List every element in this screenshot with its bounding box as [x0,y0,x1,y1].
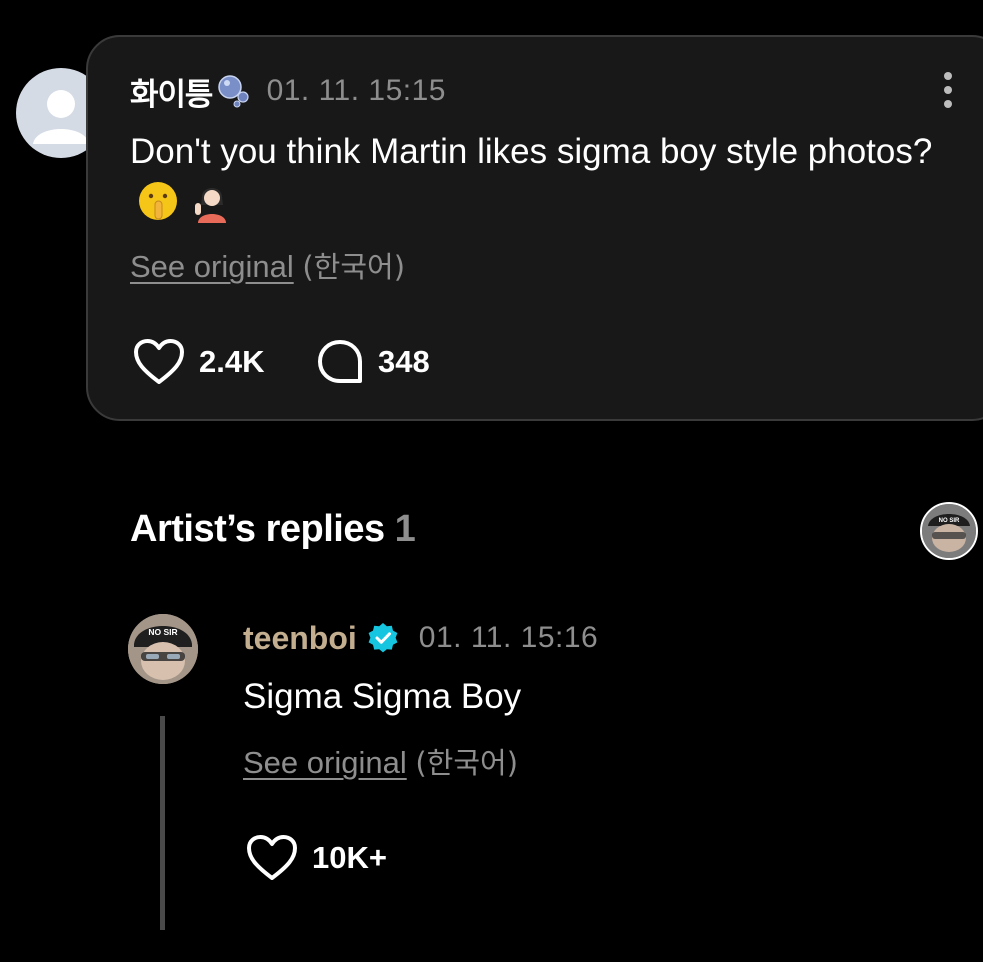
artist-reply-header: teenboi 01. 11. 15:16 [243,616,598,660]
artist-replies-title: Artist’s replies [130,508,385,550]
artist-reply-timestamp: 01. 11. 15:16 [418,621,599,654]
see-original-link[interactable]: See original [243,745,407,780]
reply-like-button[interactable]: 10K+ [246,834,387,882]
svg-text:NO SIR: NO SIR [939,518,960,524]
heart-icon [134,339,184,384]
original-language: (한국어) [415,746,519,780]
artist-photo: NO SIR [128,614,198,684]
like-count: 2.4K [199,344,265,379]
verified-badge-icon [368,623,398,653]
comment-see-original: See original (한국어) [130,244,405,286]
comment-timestamp: 01. 11. 15:15 [266,74,446,107]
see-original-link[interactable]: See original [130,249,294,284]
comment-reply-button[interactable]: 348 [316,338,430,386]
reply-see-original: See original (한국어) [243,740,518,782]
reply-thread-line [160,716,165,930]
comment-text: Don't you think Martin likes sigma boy s… [130,132,933,171]
person-tipping-hand-icon [194,188,226,223]
artist-avatar[interactable]: NO SIR [128,614,198,684]
artist-replies-count: 1 [394,508,416,550]
comment-body: Don't you think Martin likes sigma boy s… [130,126,950,238]
artist-reply-text: Sigma Sigma Boy [243,677,522,716]
artist-username[interactable]: teenboi [243,620,357,657]
comment-username[interactable]: 화이틍 [130,69,214,114]
more-options-icon[interactable] [938,70,958,110]
comment-detail-screen: 화이틍 01. 11. 15:15 Don't you think Martin… [0,0,983,962]
like-count: 10K+ [312,840,387,875]
comment-like-button[interactable]: 2.4K [133,338,264,386]
original-language: (한국어) [302,250,406,284]
bubbles-icon [217,75,249,108]
reply-count: 348 [378,344,430,379]
artist-photo: NO SIR [922,504,976,558]
shushing-face-icon [139,182,177,220]
cap-text: NO SIR [148,627,177,637]
artist-replies-heading: Artist’s replies 1 [130,508,416,551]
comment-header: 화이틍 01. 11. 15:15 [130,68,446,114]
artist-mini-avatar[interactable]: NO SIR [920,502,978,560]
comment-emojis [136,179,234,238]
heart-icon [247,835,297,880]
chat-bubble-icon [318,340,362,383]
